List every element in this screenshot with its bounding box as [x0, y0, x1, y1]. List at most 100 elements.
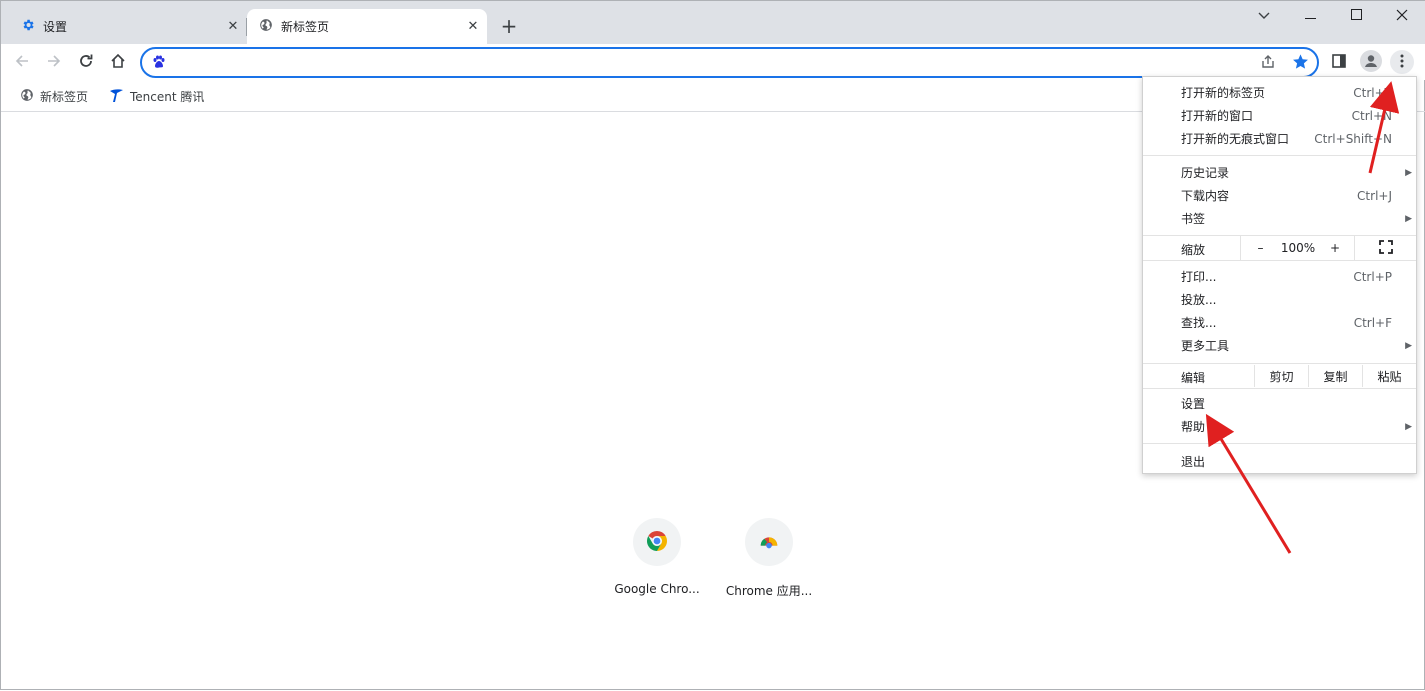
address-input[interactable]: [172, 53, 1252, 73]
fullscreen-icon: [1378, 239, 1393, 257]
menu-item-shortcut: Ctrl+J: [1357, 188, 1392, 203]
menu-item-new-tab[interactable]: 打开新的标签页 Ctrl+T: [1143, 81, 1416, 104]
menu-divider: [1143, 155, 1416, 156]
more-vert-icon: [1400, 54, 1404, 71]
bookmark-tencent[interactable]: Tencent 腾讯: [102, 86, 204, 106]
fullscreen-button[interactable]: [1354, 236, 1416, 260]
chrome-menu-button[interactable]: [1390, 50, 1414, 74]
menu-item-label: 查找...: [1181, 316, 1217, 330]
tab-title: 新标签页: [281, 20, 330, 34]
submenu-arrow-icon: ▶: [1405, 421, 1412, 432]
globe-icon: [259, 18, 273, 35]
menu-item-label: 下载内容: [1181, 189, 1230, 203]
menu-item-label: 退出: [1181, 455, 1206, 469]
copy-button[interactable]: 复制: [1308, 365, 1362, 387]
menu-item-label: 打开新的无痕式窗口: [1181, 132, 1290, 146]
menu-item-cast[interactable]: 投放...: [1143, 288, 1416, 311]
zoom-out-button[interactable]: –: [1240, 236, 1280, 260]
menu-item-label: 打开新的窗口: [1181, 109, 1254, 123]
reload-button[interactable]: [74, 50, 98, 74]
copy-label: 复制: [1323, 369, 1348, 384]
profile-button[interactable]: [1359, 49, 1383, 75]
bookmark-label: Tencent 腾讯: [130, 89, 205, 104]
zoom-level: 100%: [1280, 236, 1316, 260]
paste-label: 粘贴: [1377, 369, 1402, 384]
menu-item-label: 投放...: [1181, 293, 1217, 307]
chrome-apps-icon: [758, 530, 780, 555]
globe-icon: [20, 88, 34, 105]
bookmark-star-icon[interactable]: [1292, 53, 1309, 73]
menu-item-bookmarks[interactable]: 书签 ▶: [1143, 207, 1416, 230]
home-icon: [110, 53, 126, 72]
menu-item-print[interactable]: 打印... Ctrl+P: [1143, 265, 1416, 288]
maximize-button[interactable]: [1333, 1, 1379, 31]
paste-button[interactable]: 粘贴: [1362, 365, 1416, 387]
bookmark-label: 新标签页: [40, 89, 89, 104]
reload-icon: [78, 53, 94, 72]
forward-button[interactable]: [42, 50, 66, 74]
menu-item-downloads[interactable]: 下载内容 Ctrl+J: [1143, 184, 1416, 207]
address-bar[interactable]: [140, 47, 1319, 78]
chevron-down-icon: [1258, 9, 1270, 23]
menu-item-exit[interactable]: 退出: [1143, 450, 1416, 473]
menu-item-label: 打印...: [1181, 270, 1217, 284]
window-close-button[interactable]: [1379, 1, 1425, 31]
shortcut-tile: [745, 518, 793, 566]
back-button[interactable]: [10, 50, 34, 74]
cut-button[interactable]: 剪切: [1254, 365, 1308, 387]
avatar-icon: [1360, 49, 1382, 75]
side-panel-button[interactable]: [1327, 50, 1351, 74]
close-icon[interactable]: ✕: [465, 18, 481, 34]
menu-divider: [1143, 443, 1416, 444]
menu-item-label: 设置: [1181, 397, 1206, 411]
maximize-icon: [1350, 9, 1362, 23]
menu-item-label: 历史记录: [1181, 166, 1230, 180]
close-icon[interactable]: ✕: [225, 18, 241, 34]
menu-item-settings[interactable]: 设置: [1143, 392, 1416, 415]
home-button[interactable]: [106, 50, 130, 74]
tab-new-tab[interactable]: 新标签页 ✕: [247, 9, 487, 44]
menu-divider: [1143, 260, 1416, 261]
menu-edit-row: 编辑 剪切 复制 粘贴: [1143, 365, 1416, 387]
menu-divider: [1143, 388, 1416, 389]
menu-zoom-row: 缩放 – 100% +: [1143, 236, 1416, 260]
menu-item-new-window[interactable]: 打开新的窗口 Ctrl+N: [1143, 104, 1416, 127]
tab-search-button[interactable]: [1241, 1, 1287, 31]
shortcut-label: Chrome 应用...: [725, 584, 813, 598]
toolbar: [1, 44, 1425, 80]
menu-item-find[interactable]: 查找... Ctrl+F: [1143, 311, 1416, 334]
close-icon: [1396, 9, 1408, 24]
new-tab-button[interactable]: +: [499, 16, 519, 36]
arrow-left-icon: [14, 53, 30, 72]
menu-item-history[interactable]: 历史记录 ▶: [1143, 161, 1416, 184]
menu-item-shortcut: Ctrl+N: [1351, 108, 1392, 123]
minimize-button[interactable]: [1287, 1, 1333, 31]
tab-strip: 设置 ✕ 新标签页 ✕ +: [1, 1, 1425, 44]
tab-settings[interactable]: 设置 ✕: [9, 9, 247, 44]
chrome-logo-icon: [645, 529, 669, 556]
zoom-value: 100%: [1280, 241, 1316, 255]
share-icon[interactable]: [1260, 54, 1276, 73]
zoom-in-button[interactable]: +: [1316, 236, 1354, 260]
menu-divider: [1143, 363, 1416, 364]
shortcut-google-chrome[interactable]: Google Chro...: [601, 518, 713, 596]
edit-label: 编辑: [1181, 371, 1206, 385]
plus-label: +: [1329, 241, 1341, 255]
menu-item-label: 打开新的标签页: [1181, 86, 1266, 100]
menu-item-shortcut: Ctrl+T: [1353, 85, 1392, 100]
baidu-paw-icon: [152, 55, 166, 72]
submenu-arrow-icon: ▶: [1405, 167, 1412, 178]
submenu-arrow-icon: ▶: [1405, 340, 1412, 351]
bookmark-new-tab[interactable]: 新标签页: [14, 86, 88, 106]
menu-item-more-tools[interactable]: 更多工具 ▶: [1143, 334, 1416, 357]
chrome-menu: 打开新的标签页 Ctrl+T 打开新的窗口 Ctrl+N 打开新的无痕式窗口 C…: [1142, 76, 1417, 474]
browser-window: 设置 ✕ 新标签页 ✕ + 新标签页 Tencent 腾讯 Google Chr…: [0, 0, 1425, 690]
shortcut-tile: [633, 518, 681, 566]
menu-item-label: 书签: [1181, 212, 1206, 226]
menu-item-shortcut: Ctrl+P: [1353, 269, 1392, 284]
menu-item-new-incognito[interactable]: 打开新的无痕式窗口 Ctrl+Shift+N: [1143, 127, 1416, 150]
arrow-right-icon: [46, 53, 62, 72]
shortcut-chrome-apps[interactable]: Chrome 应用...: [713, 518, 825, 599]
shortcut-label: Google Chro...: [614, 582, 700, 596]
menu-item-help[interactable]: 帮助 ▶: [1143, 415, 1416, 438]
